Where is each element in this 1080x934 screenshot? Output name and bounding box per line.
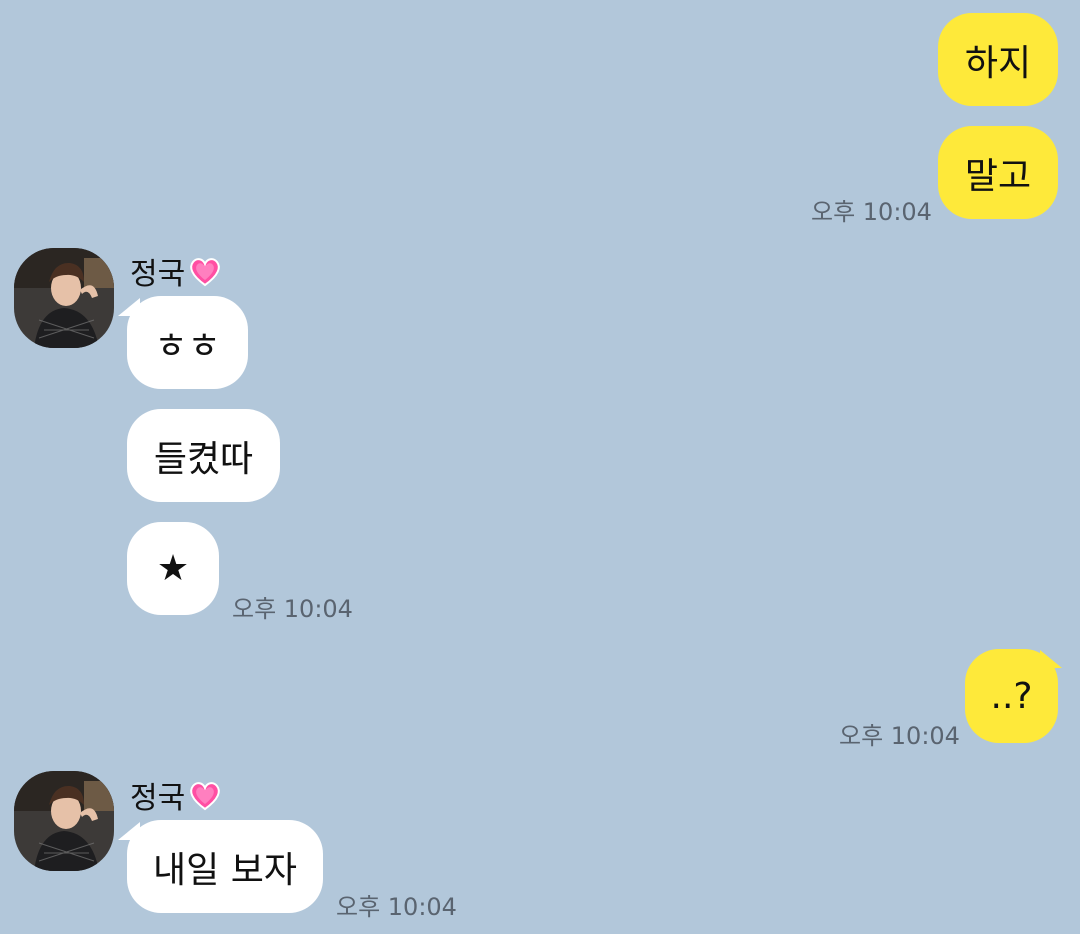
message-bubble-other[interactable]: ★ <box>127 522 219 615</box>
message-text: 내일 보자 <box>153 849 297 891</box>
message-bubble-me[interactable]: ..? <box>965 649 1058 743</box>
pink-heart-icon <box>187 777 223 813</box>
message-timestamp: 오후 10:04 <box>232 595 353 623</box>
sender-name-text: 정국 <box>130 257 186 292</box>
message-text: ★ <box>156 548 190 589</box>
profile-photo-icon <box>14 248 114 348</box>
message-text: 하지 <box>964 42 1032 84</box>
message-bubble-me[interactable]: 말고 <box>938 126 1058 219</box>
pink-heart-icon <box>187 253 223 289</box>
message-bubble-other[interactable]: 내일 보자 <box>127 820 323 913</box>
message-text: 말고 <box>964 155 1032 197</box>
sender-name-text: 정국 <box>130 781 186 816</box>
message-timestamp: 오후 10:04 <box>336 893 457 921</box>
message-text: 들켰따 <box>153 438 254 480</box>
message-timestamp: 오후 10:04 <box>839 722 960 750</box>
message-timestamp: 오후 10:04 <box>811 198 932 226</box>
sender-name: 정국 <box>130 773 223 817</box>
profile-photo-icon <box>14 771 114 871</box>
avatar[interactable] <box>14 248 114 348</box>
message-text: ㅎㅎ <box>154 325 221 367</box>
sender-name: 정국 <box>130 249 223 293</box>
message-bubble-other[interactable]: ㅎㅎ <box>127 296 248 389</box>
message-bubble-other[interactable]: 들켰따 <box>127 409 280 502</box>
message-text: ..? <box>990 675 1033 717</box>
message-bubble-me[interactable]: 하지 <box>938 13 1058 106</box>
avatar[interactable] <box>14 771 114 871</box>
